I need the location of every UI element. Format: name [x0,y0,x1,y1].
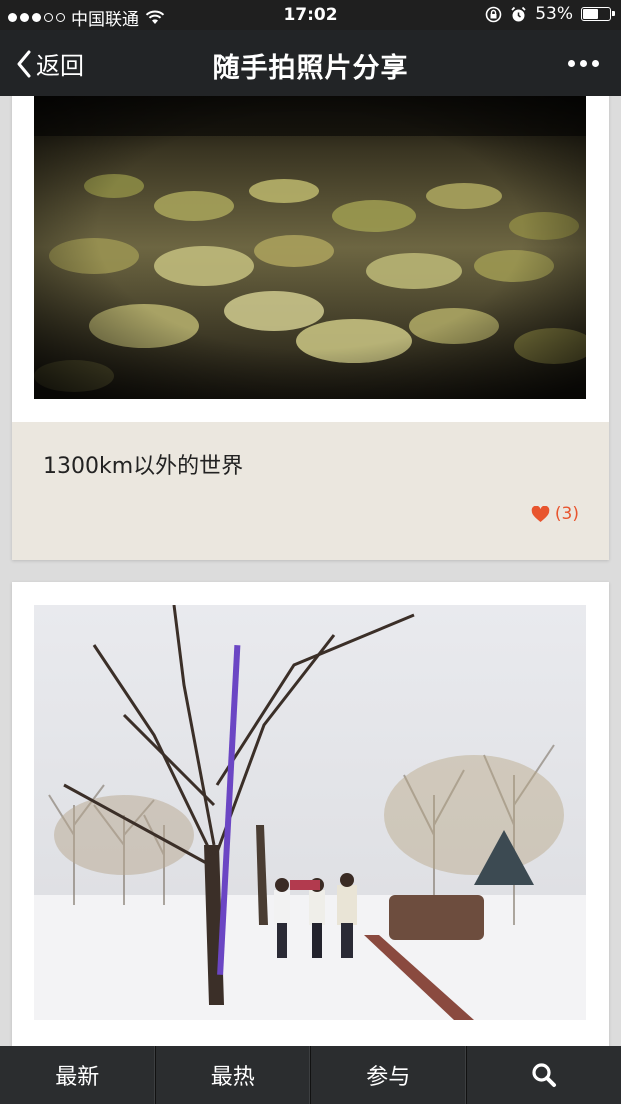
orientation-lock-icon [485,6,502,22]
tab-search[interactable] [467,1046,621,1104]
post-card[interactable] [12,582,609,1046]
post-photo-leaves[interactable] [34,96,586,399]
feed[interactable]: 1300km以外的世界 (3) [0,96,621,1046]
tab-latest[interactable]: 最新 [0,1046,156,1104]
post-photo-snow[interactable] [34,605,586,1020]
nav-bar: 返回 随手拍照片分享 [0,30,621,96]
tab-label: 最新 [55,1065,100,1090]
heart-icon [531,505,550,522]
tab-participate[interactable]: 参与 [311,1046,467,1104]
post-title: 1300km以外的世界 [43,454,244,479]
like-count: (3) [554,504,579,524]
status-right: 53% [485,4,615,24]
battery-percent: 53% [535,4,573,24]
battery-icon [581,7,615,21]
tab-label: 参与 [366,1065,411,1090]
more-dots-icon [568,60,575,67]
search-icon [532,1063,556,1087]
post-card[interactable]: 1300km以外的世界 (3) [12,96,609,560]
like-button[interactable]: (3) [531,504,579,524]
post-caption[interactable]: 1300km以外的世界 (3) [12,422,609,560]
tab-hottest[interactable]: 最热 [156,1046,311,1104]
status-bar: 中国联通 17:02 53% [0,0,621,30]
alarm-icon [511,6,526,21]
tab-bar: 最新 最热 参与 [0,1046,621,1104]
more-button[interactable] [568,60,599,67]
page-title: 随手拍照片分享 [212,53,409,84]
tab-label: 最热 [210,1065,255,1090]
